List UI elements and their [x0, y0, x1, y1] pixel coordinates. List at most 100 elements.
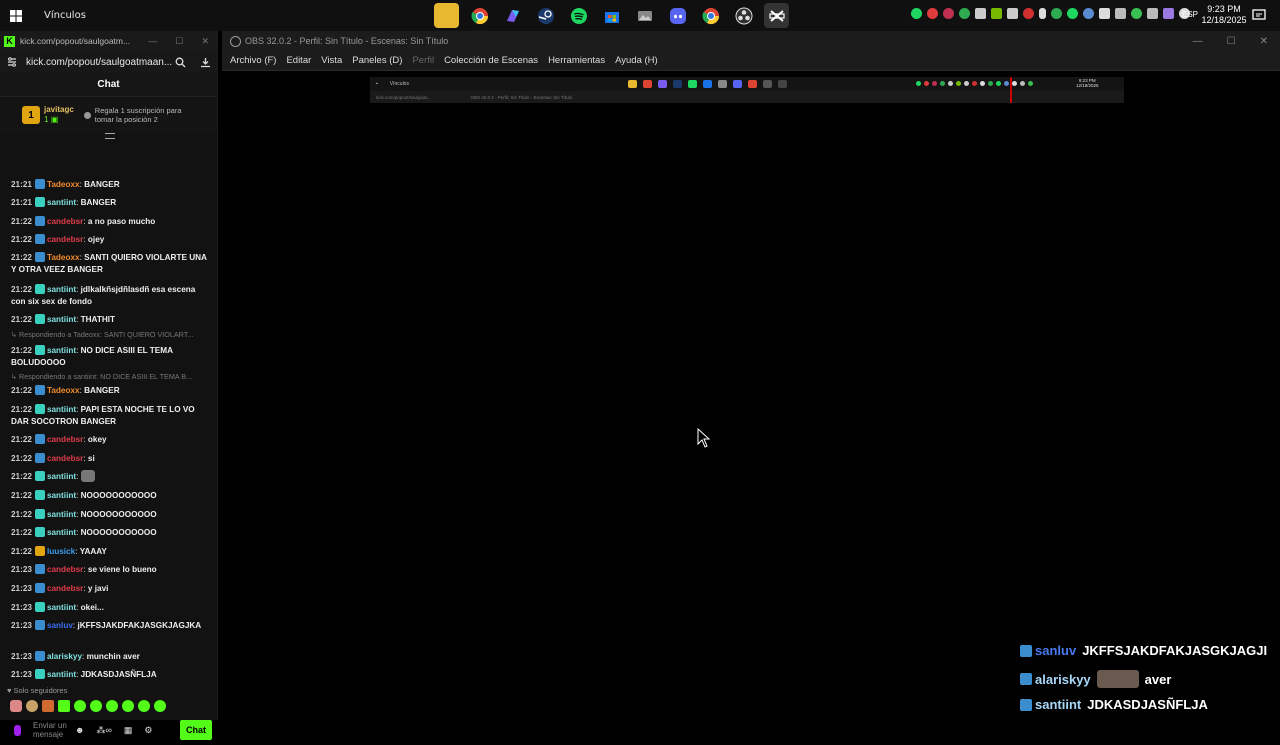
obs-icon[interactable]: [731, 3, 756, 28]
download-icon[interactable]: [200, 57, 211, 68]
settings-icon[interactable]: ⚙: [144, 725, 152, 736]
emote-icon[interactable]: [10, 700, 22, 712]
message-username[interactable]: Tadeoxx: [47, 180, 80, 189]
maximize-icon[interactable]: ☐: [175, 36, 183, 47]
obs-menu-item[interactable]: Paneles (D): [352, 55, 402, 66]
message-username[interactable]: Tadeoxx: [47, 386, 80, 395]
capcut-icon[interactable]: [764, 3, 789, 28]
store-icon[interactable]: ▦: [124, 725, 133, 736]
copilot-icon[interactable]: [500, 3, 525, 28]
chat-message[interactable]: 21:22 santiint:: [11, 470, 207, 483]
green-tray-icon[interactable]: [1131, 8, 1142, 19]
emote-icon[interactable]: [154, 700, 166, 712]
drag-handle-icon[interactable]: [105, 133, 115, 139]
bluetooth-icon[interactable]: [1083, 8, 1094, 19]
emote-icon[interactable]: [106, 700, 118, 712]
microphone-icon[interactable]: [14, 724, 21, 736]
chat-message[interactable]: 21:22 candebsr: si: [11, 453, 207, 465]
minimize-icon[interactable]: —: [148, 36, 157, 47]
chat-message[interactable]: 21:22 santiint: NOOOOOOOOOOO: [11, 509, 207, 521]
emote-icon[interactable]: [122, 700, 134, 712]
chat-input[interactable]: Enviar un mensaje: [33, 721, 69, 739]
folder-icon[interactable]: [434, 3, 459, 28]
message-username[interactable]: candebsr: [47, 454, 83, 463]
wifi-icon[interactable]: [1115, 8, 1126, 19]
message-username[interactable]: santiint: [47, 285, 76, 294]
start-button[interactable]: [0, 0, 32, 31]
chrome-profile-icon[interactable]: [698, 3, 723, 28]
emote-icon[interactable]: [138, 700, 150, 712]
nvidia-icon[interactable]: [991, 8, 1002, 19]
chat-message[interactable]: 21:22 santiint: NOOOOOOOOOOO: [11, 490, 207, 502]
close-icon[interactable]: ✕: [1260, 36, 1268, 47]
chat-message[interactable]: 21:22 santiint: PAPI ESTA NOCHE TE LO VO …: [11, 404, 207, 427]
search-icon[interactable]: [175, 57, 186, 68]
obs-preview-canvas[interactable]: ▪ Vínculos 9:23 PM 12/18/2025 kick.com/p…: [370, 77, 1124, 103]
display-icon[interactable]: [1147, 8, 1158, 19]
obs-menu-item[interactable]: Vista: [321, 55, 342, 66]
message-username[interactable]: candebsr: [47, 435, 83, 444]
reply-context[interactable]: ↳ Respondiendo a Tadeoxx: SANTI QUIERO V…: [11, 329, 211, 341]
microphone-icon[interactable]: [1039, 8, 1046, 19]
spotify-tray-icon[interactable]: [911, 8, 922, 19]
obs-menu-item[interactable]: Ayuda (H): [615, 55, 658, 66]
volume-icon[interactable]: [1099, 8, 1110, 19]
chat-message[interactable]: 21:23 alariskyy: munchin aver: [11, 651, 207, 663]
emote-icon[interactable]: [90, 700, 102, 712]
message-username[interactable]: santiint: [47, 603, 76, 612]
message-username[interactable]: santiint: [47, 528, 76, 537]
top-gifter-banner[interactable]: 1 javitagc 1 ▣ Regala 1 suscripción para…: [0, 97, 217, 139]
chat-message[interactable]: 21:23 candebsr: se viene lo bueno: [11, 564, 207, 576]
chat-message[interactable]: 21:22 luusick: YAAAY: [11, 546, 207, 558]
emoji-icon[interactable]: ☻: [75, 725, 84, 736]
message-username[interactable]: santiint: [47, 491, 76, 500]
emote-icon[interactable]: [26, 700, 38, 712]
settings-tray-icon[interactable]: [943, 8, 954, 19]
message-username[interactable]: candebsr: [47, 217, 83, 226]
chat-message[interactable]: 21:22 candebsr: ojey: [11, 234, 207, 246]
message-username[interactable]: santiint: [47, 405, 76, 414]
record-tray-icon[interactable]: [1023, 8, 1034, 19]
discord-icon[interactable]: [665, 3, 690, 28]
xbox-tray-icon[interactable]: [1051, 8, 1062, 19]
reply-context[interactable]: ↳ Respondiendo a santiint: NO DICE ASIII…: [11, 371, 211, 383]
photos-icon[interactable]: [632, 3, 657, 28]
language-indicator[interactable]: ESP: [1182, 10, 1198, 19]
send-chat-button[interactable]: Chat: [180, 720, 212, 740]
notification-icon[interactable]: [1252, 8, 1266, 22]
chat-message[interactable]: 21:22 santiint: jdlkalkñsjdñlasdñ esa esc…: [11, 284, 207, 307]
message-username[interactable]: santiint: [47, 315, 76, 324]
chat-message[interactable]: 21:21 santiint: BANGER: [11, 197, 207, 209]
message-username[interactable]: candebsr: [47, 565, 83, 574]
spotify-icon[interactable]: [566, 3, 591, 28]
chat-message[interactable]: 21:23 candebsr: y javi: [11, 583, 207, 595]
update-tray-icon[interactable]: [959, 8, 970, 19]
address-bar[interactable]: kick.com/popout/saulgoatmaan...: [0, 51, 217, 73]
chat-message[interactable]: 21:23 santiint: JDKASDJASÑFLJA: [11, 669, 207, 681]
message-username[interactable]: alariskyy: [47, 652, 82, 661]
bold-icon[interactable]: [1007, 8, 1018, 19]
message-username[interactable]: Tadeoxx: [47, 253, 80, 262]
emote-icon[interactable]: [58, 700, 70, 712]
message-username[interactable]: santiint: [47, 472, 76, 481]
store-icon[interactable]: [599, 3, 624, 28]
chat-message[interactable]: 21:22 Tadeoxx: BANGER: [11, 385, 207, 397]
chat-message[interactable]: 21:23 santiint: okei...: [11, 602, 207, 614]
close-tray-icon[interactable]: [927, 8, 938, 19]
emote-icon[interactable]: [74, 700, 86, 712]
headphones-icon[interactable]: [975, 8, 986, 19]
message-username[interactable]: luusick: [47, 547, 75, 556]
chat-message[interactable]: 21:22 santiint: THATHIT: [11, 314, 207, 326]
clock[interactable]: 9:23 PM 12/18/2025: [1200, 4, 1248, 26]
close-icon[interactable]: ✕: [201, 36, 209, 47]
chat-message[interactable]: 21:21 Tadeoxx: BANGER: [11, 179, 207, 191]
obs-menu-item[interactable]: Archivo (F): [230, 55, 276, 66]
chat-message[interactable]: 21:22 candebsr: okey: [11, 434, 207, 446]
emote-icon[interactable]: [42, 700, 54, 712]
message-username[interactable]: santiint: [47, 510, 76, 519]
chat-message[interactable]: 21:22 Tadeoxx: SANTI QUIERO VIOLARTE UNA …: [11, 252, 207, 275]
chrome-icon[interactable]: [467, 3, 492, 28]
chat-message[interactable]: 21:22 santiint: NO DICE ASIII EL TEMA BOL…: [11, 345, 207, 368]
users-icon[interactable]: ⁂∞: [96, 725, 111, 736]
site-settings-icon[interactable]: [6, 56, 18, 68]
